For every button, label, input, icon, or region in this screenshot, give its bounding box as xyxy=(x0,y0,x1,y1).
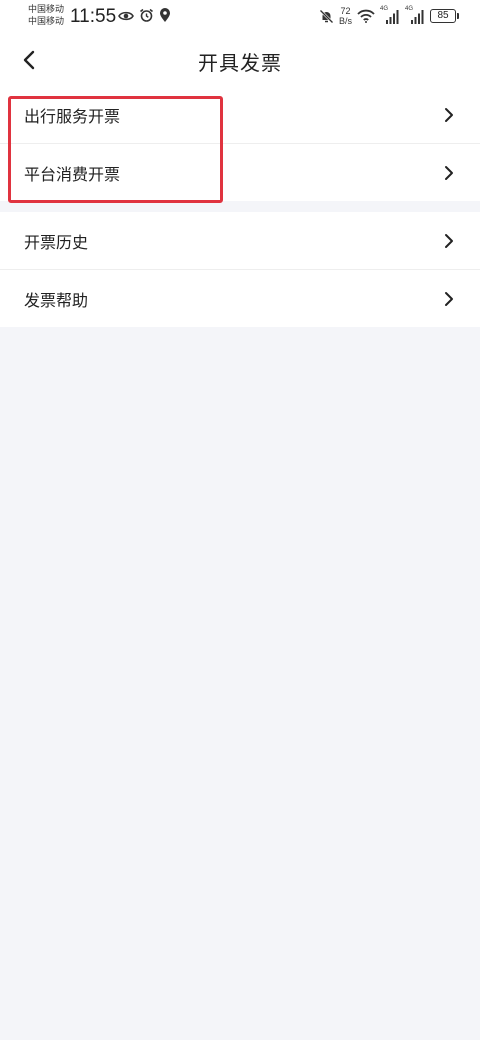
row-label: 发票帮助 xyxy=(24,290,89,310)
top-area: 中国移动 中国移动 11:55 72 B/s 4G 4G 85 开具发票 xyxy=(0,0,480,86)
row-label: 开票历史 xyxy=(24,232,89,252)
row-trip-service-invoice[interactable]: 出行服务开票 xyxy=(0,86,480,143)
chevron-right-icon xyxy=(445,291,453,306)
status-left-icons xyxy=(118,8,171,23)
network-speed-value: 72 xyxy=(340,6,351,16)
signal-strength-2: 4G xyxy=(405,6,425,25)
signal-strength-1: 4G xyxy=(380,6,400,25)
invoice-type-group: 出行服务开票 平台消费开票 xyxy=(0,86,480,201)
network-speed: 72 B/s xyxy=(339,6,352,26)
wifi-icon xyxy=(357,9,375,23)
invoice-records-group: 开票历史 发票帮助 xyxy=(0,212,480,327)
carrier-1: 中国移动 xyxy=(28,5,65,15)
row-label: 出行服务开票 xyxy=(24,106,121,126)
row-label: 平台消费开票 xyxy=(24,164,121,184)
status-bar: 中国移动 中国移动 11:55 72 B/s 4G 4G 85 xyxy=(0,0,480,34)
alarm-clock-icon xyxy=(140,8,153,22)
eye-icon xyxy=(118,11,134,20)
status-time: 11:55 xyxy=(70,6,117,27)
carrier-labels: 中国移动 中国移动 xyxy=(28,4,64,28)
group-divider xyxy=(0,201,480,212)
nav-bar: 开具发票 xyxy=(0,34,480,86)
row-invoice-history[interactable]: 开票历史 xyxy=(0,212,480,269)
bell-muted-icon xyxy=(319,9,334,23)
battery-indicator: 85 xyxy=(430,9,459,23)
chevron-right-icon xyxy=(445,233,453,248)
location-pin-icon xyxy=(160,8,170,22)
chevron-right-icon xyxy=(445,107,453,122)
cellular-signal-icon xyxy=(386,10,399,24)
cellular-signal-icon xyxy=(411,10,424,24)
row-platform-consumption-invoice[interactable]: 平台消费开票 xyxy=(0,143,480,201)
chevron-right-icon xyxy=(445,165,453,180)
status-right-icons: 72 B/s 4G 4G 85 xyxy=(319,6,459,26)
page-title: 开具发票 xyxy=(198,51,282,75)
carrier-2: 中国移动 xyxy=(28,17,65,27)
row-invoice-help[interactable]: 发票帮助 xyxy=(0,269,480,327)
network-speed-unit: B/s xyxy=(338,16,352,26)
